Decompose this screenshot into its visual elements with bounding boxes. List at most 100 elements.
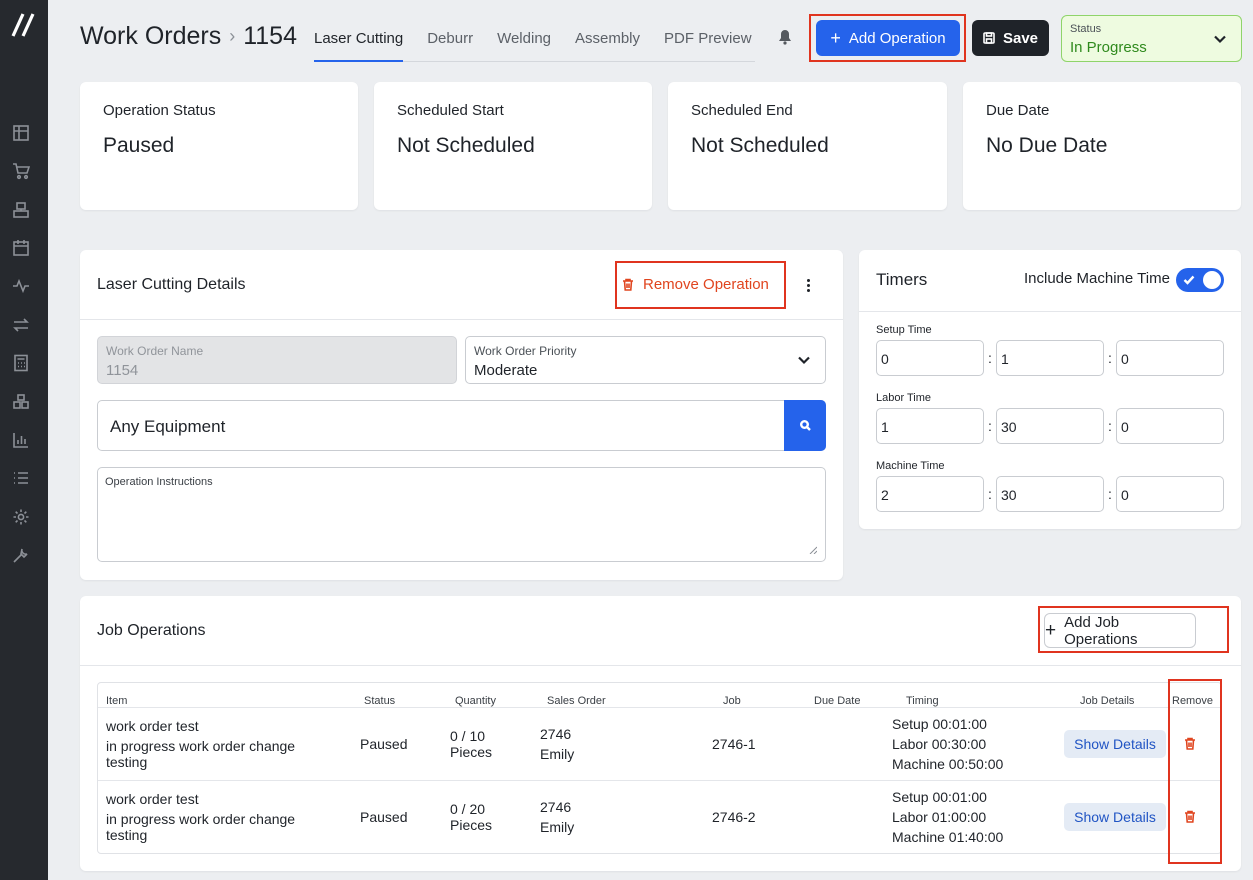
- page-title: Work Orders › 1154: [80, 22, 297, 51]
- inventory-icon[interactable]: [11, 392, 31, 412]
- row-quantity-unit: Pieces: [450, 744, 493, 760]
- include-machine-time-toggle[interactable]: [1176, 268, 1224, 292]
- highlight-remove-column: [1168, 679, 1222, 864]
- work-order-name-field: Work Order Name 1154: [97, 336, 457, 384]
- search-icon[interactable]: [784, 400, 826, 451]
- row-status: Paused: [360, 809, 408, 825]
- show-details-button[interactable]: Show Details: [1064, 730, 1166, 758]
- tab-assembly[interactable]: Assembly: [575, 22, 640, 62]
- timers-title: Timers: [876, 270, 928, 289]
- work-order-priority-select[interactable]: Work Order Priority Moderate: [465, 336, 826, 384]
- resize-grip-icon[interactable]: [809, 546, 817, 554]
- stat-label: Scheduled Start: [397, 102, 504, 119]
- dashboard-icon[interactable]: [11, 123, 31, 143]
- divider: [98, 707, 1221, 708]
- labor-minutes-input[interactable]: 30: [996, 408, 1104, 444]
- column-header-due-date: Due Date: [814, 695, 861, 707]
- cart-icon[interactable]: [11, 161, 31, 181]
- setup-hours-input[interactable]: 0: [876, 340, 984, 376]
- column-header-item: Item: [106, 695, 128, 707]
- save-label: Save: [1002, 29, 1039, 47]
- list-icon[interactable]: [11, 468, 31, 488]
- field-label: Operation Instructions: [105, 476, 213, 488]
- floppy-icon: [983, 32, 995, 44]
- stat-value: Not Scheduled: [691, 134, 829, 157]
- divider: [80, 319, 843, 320]
- sidebar: [0, 0, 48, 880]
- include-machine-time-label: Include Machine Time: [1024, 270, 1170, 287]
- row-machine-time: Machine 00:50:00: [892, 756, 1004, 772]
- item-description: in progress work order change testing: [106, 738, 296, 770]
- item-name: work order test: [106, 791, 199, 807]
- item-name: work order test: [106, 718, 199, 734]
- app-logo-icon[interactable]: [10, 12, 36, 38]
- check-icon: [1183, 275, 1195, 285]
- highlight-remove-operation: [615, 261, 786, 309]
- row-machine-time: Machine 01:40:00: [892, 829, 1004, 845]
- divider: [98, 780, 1221, 781]
- status-select[interactable]: Status In Progress: [1061, 15, 1242, 62]
- row-job: 2746-1: [712, 736, 756, 752]
- save-button[interactable]: Save: [972, 20, 1049, 56]
- labor-seconds-input[interactable]: 0: [1116, 408, 1224, 444]
- column-header-job: Job: [723, 695, 741, 707]
- stat-value: Not Scheduled: [397, 134, 535, 157]
- breadcrumb-id: 1154: [243, 22, 297, 50]
- row-setup-time: Setup 00:01:00: [892, 716, 987, 732]
- status-select-label: Status: [1070, 23, 1102, 35]
- setup-minutes-input[interactable]: 1: [996, 340, 1104, 376]
- calendar-icon[interactable]: [11, 238, 31, 258]
- labor-time-label: Labor Time: [876, 392, 932, 404]
- tab-pdf-preview[interactable]: PDF Preview: [664, 22, 752, 62]
- show-details-button[interactable]: Show Details: [1064, 803, 1166, 831]
- transfer-icon[interactable]: [11, 315, 31, 335]
- row-job: 2746-2: [712, 809, 756, 825]
- job-operations-title: Job Operations: [97, 622, 206, 639]
- machine-hours-input[interactable]: 2: [876, 476, 984, 512]
- equipment-search-input[interactable]: Any Equipment: [97, 400, 826, 451]
- setup-seconds-input[interactable]: 0: [1116, 340, 1224, 376]
- more-options-icon[interactable]: [802, 276, 814, 294]
- labor-hours-input[interactable]: 1: [876, 408, 984, 444]
- row-status: Paused: [360, 736, 408, 752]
- chevron-down-icon: [797, 353, 811, 372]
- tools-icon[interactable]: [11, 545, 31, 565]
- colon: :: [988, 418, 992, 434]
- stat-value: Paused: [103, 134, 175, 157]
- tab-laser-cutting[interactable]: Laser Cutting: [314, 22, 404, 62]
- breadcrumb-work-orders[interactable]: Work Orders: [80, 22, 221, 51]
- setup-time-label: Setup Time: [876, 324, 932, 336]
- field-label: Work Order Name: [106, 344, 204, 358]
- reports-icon[interactable]: [11, 430, 31, 450]
- field-value: 1154: [106, 362, 139, 379]
- stat-label: Scheduled End: [691, 102, 793, 119]
- production-icon[interactable]: [11, 200, 31, 220]
- bell-icon[interactable]: [778, 29, 794, 47]
- row-sales-order-customer: Emily: [540, 819, 575, 835]
- row-sales-order: 2746: [540, 799, 572, 815]
- machine-seconds-input[interactable]: 0: [1116, 476, 1224, 512]
- settings-icon[interactable]: [11, 507, 31, 527]
- operation-instructions-textarea[interactable]: Operation Instructions: [97, 467, 826, 562]
- stat-label: Due Date: [986, 102, 1050, 119]
- machine-time-label: Machine Time: [876, 460, 945, 472]
- breadcrumb-separator: ›: [229, 26, 236, 46]
- divider: [80, 665, 1241, 666]
- stat-card-scheduled-start: Scheduled Start Not Scheduled: [374, 82, 652, 210]
- machine-minutes-input[interactable]: 30: [996, 476, 1104, 512]
- tab-deburr[interactable]: Deburr: [427, 22, 473, 62]
- stat-card-operation-status: Operation Status Paused: [80, 82, 358, 210]
- divider: [859, 311, 1241, 312]
- colon: :: [1108, 486, 1112, 502]
- row-quantity: 0 / 10: [450, 728, 486, 744]
- row-sales-order: 2746: [540, 726, 572, 742]
- activity-icon[interactable]: [11, 276, 31, 296]
- tab-welding[interactable]: Welding: [497, 22, 551, 62]
- row-quantity: 0 / 20: [450, 801, 486, 817]
- highlight-add-operation: [809, 14, 966, 62]
- column-header-sales-order: Sales Order: [547, 695, 606, 707]
- colon: :: [988, 486, 992, 502]
- stat-value: No Due Date: [986, 134, 1108, 157]
- calculator-icon[interactable]: [11, 353, 31, 373]
- row-sales-order-customer: Emily: [540, 746, 575, 762]
